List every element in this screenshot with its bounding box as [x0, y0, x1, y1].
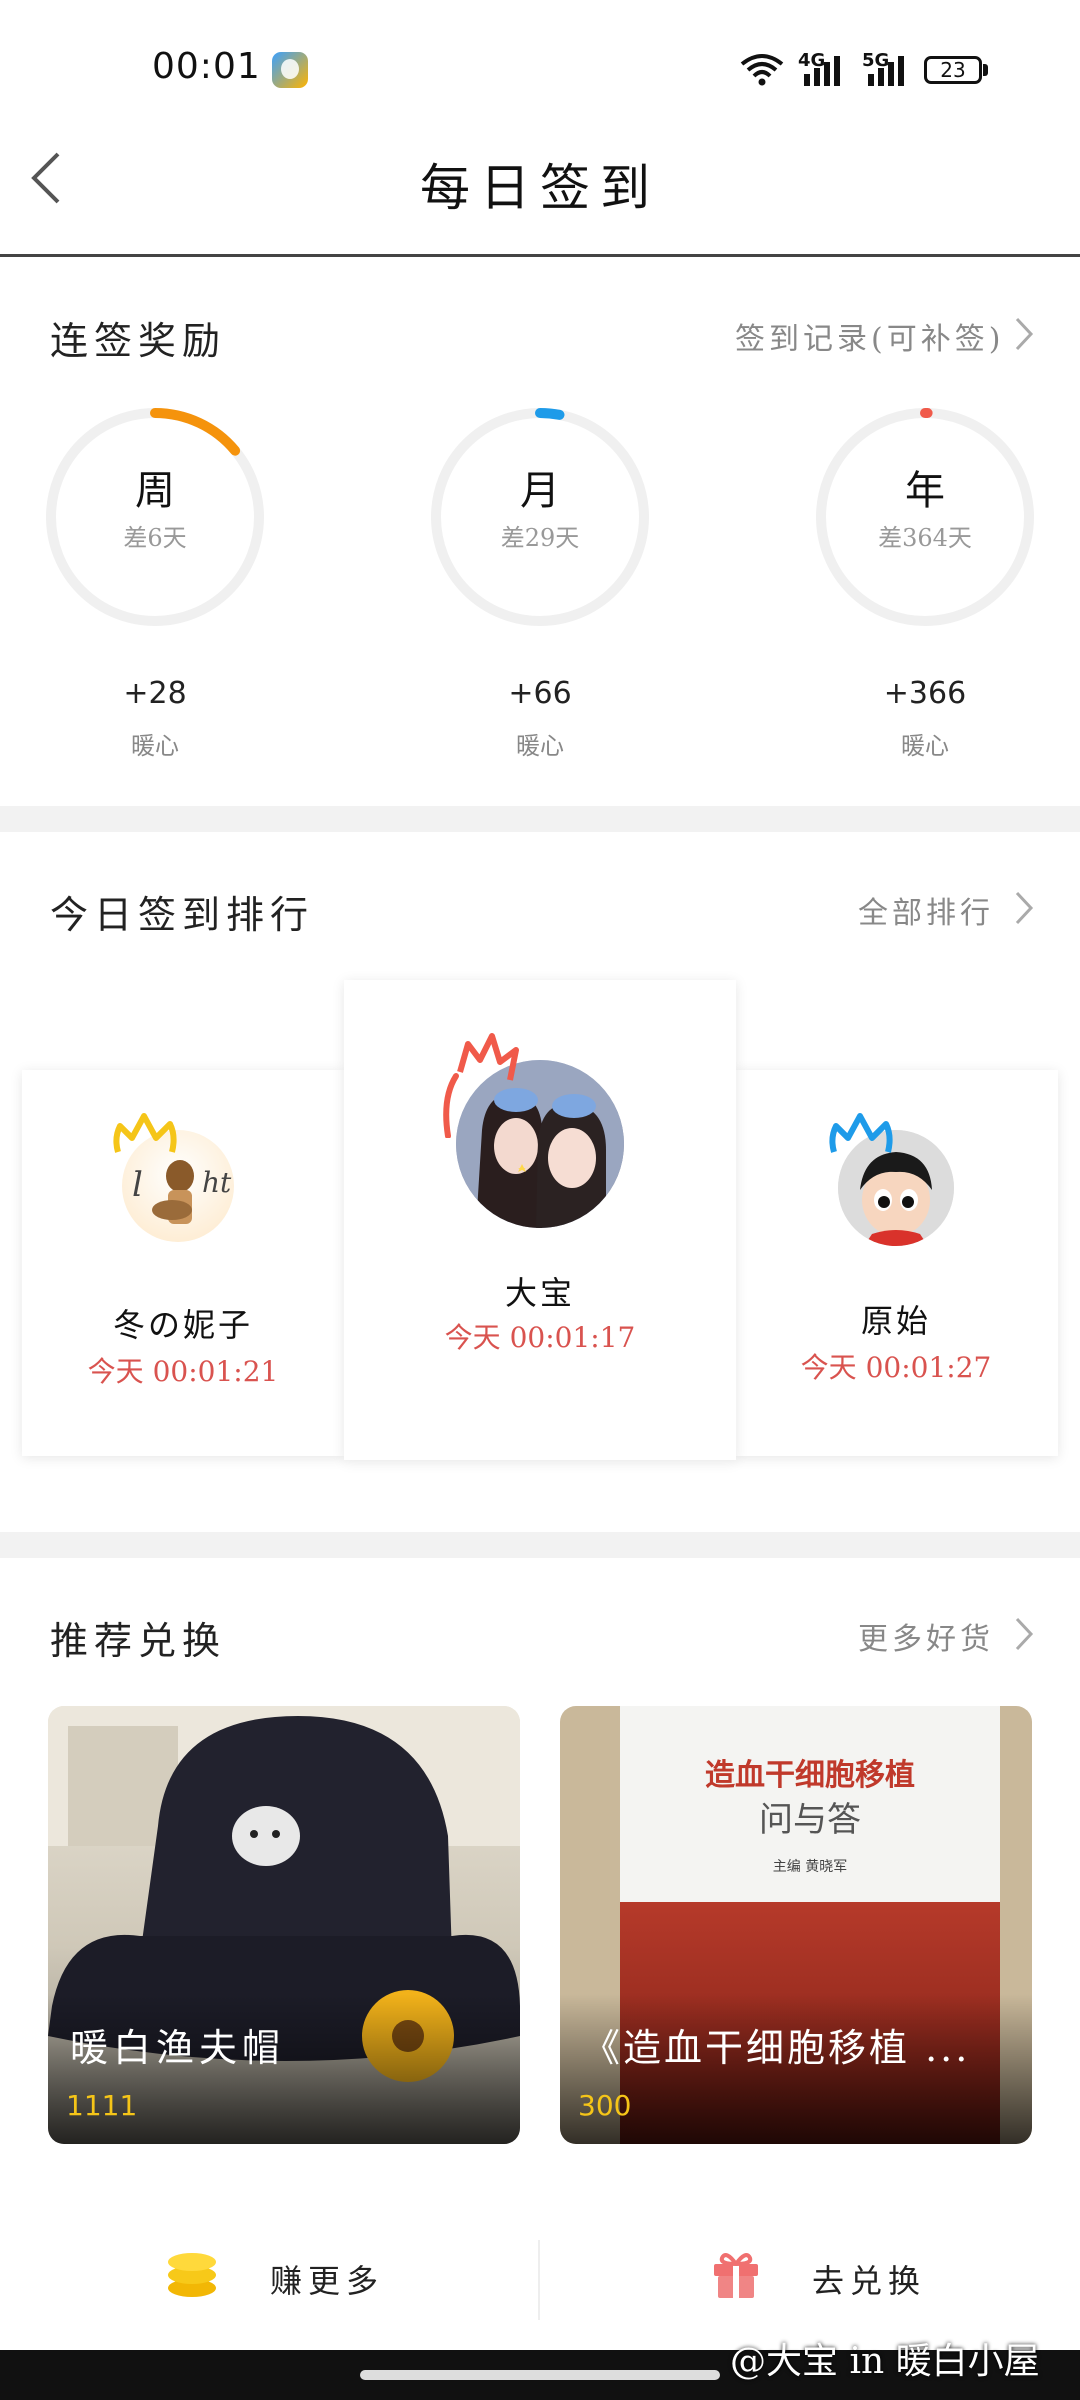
earn-more-label: 赚更多 [270, 2262, 385, 2300]
ring-week-progress [150, 408, 241, 456]
ring-month-label: 月 [520, 468, 560, 514]
wifi-icon [740, 54, 784, 86]
week-bonus-value: +28 [123, 676, 187, 711]
chevron-right-icon[interactable] [1014, 1616, 1034, 1652]
rank-3-time: 今天 00:01:27 [800, 1351, 992, 1384]
ring-month[interactable] [431, 408, 649, 626]
gallery-app-icon [272, 52, 308, 88]
chevron-right-icon[interactable] [1014, 890, 1034, 926]
month-bonus-unit: 暖心 [516, 732, 564, 760]
ring-week[interactable] [46, 408, 264, 626]
coins-icon [168, 2253, 216, 2297]
product-name-book: 《造血干细胞移植 ... [582, 2026, 971, 2070]
ring-week-label: 周 [135, 468, 175, 514]
ring-month-progress [535, 408, 565, 420]
signal-5g-icon [868, 56, 904, 86]
ring-year-label: 年 [905, 468, 945, 514]
rank-2-name[interactable]: 冬の妮子 [22, 1300, 344, 1346]
crown-icon-rank-1 [443, 1033, 519, 1138]
ring-year[interactable] [816, 407, 1034, 626]
bottom-separator [538, 2240, 540, 2320]
checkin-record-link[interactable]: 签到记录(可补签) [735, 314, 1004, 358]
home-gesture-handle[interactable] [360, 2370, 720, 2380]
crown-icon-rank-2 [113, 1113, 177, 1153]
book-subtitle-text: 问与答 [759, 1800, 861, 1840]
signal-4g-icon [804, 56, 840, 86]
chevron-right-icon[interactable] [1014, 316, 1034, 352]
crown-icon-rank-3 [829, 1113, 893, 1153]
year-bonus-value: +366 [883, 676, 967, 711]
ring-week-remaining: 差6天 [123, 524, 187, 552]
earn-more-button[interactable]: 赚更多 [60, 2218, 480, 2338]
section-divider [0, 806, 1080, 832]
product-price-hat: 1111 [66, 2089, 138, 2122]
status-time: 00:01 [152, 46, 261, 87]
rank-2-time: 今天 00:01:21 [87, 1355, 279, 1388]
ring-year-remaining: 差364天 [878, 524, 972, 552]
watermark-text: @大宝 in 暖白小屋 [730, 2341, 1040, 2382]
svg-text:ht: ht [202, 1166, 232, 1199]
book-editor-text: 主编 黄晓军 [772, 1859, 848, 1875]
rank-1-name[interactable]: 大宝 [344, 1268, 736, 1314]
product-price-book: 300 [578, 2089, 632, 2122]
product-card-book[interactable]: 造血干细胞移植 问与答 主编 黄晓军 《造血干细胞移植 ... 300 [560, 1706, 1032, 2144]
book-title-text: 造血干细胞移植 [705, 1758, 915, 1793]
recommend-section-title: 推荐兑换 [50, 1619, 227, 1663]
battery-level: 23 [940, 58, 966, 82]
ring-month-remaining: 差29天 [500, 524, 580, 552]
section-divider [0, 1532, 1080, 1558]
rank-3-name[interactable]: 原始 [734, 1296, 1058, 1342]
product-card-hat[interactable]: 暖白渔夫帽 1111 [48, 1706, 520, 2144]
week-bonus-unit: 暖心 [131, 732, 179, 760]
battery-icon: 23 [924, 56, 982, 84]
product-name-hat: 暖白渔夫帽 [70, 2026, 286, 2070]
ranking-section-title: 今日签到排行 [50, 893, 315, 937]
page-title: 每日签到 [420, 159, 660, 217]
year-bonus-unit: 暖心 [901, 732, 949, 760]
rank-card-2[interactable] [22, 1070, 344, 1456]
svg-text:l: l [132, 1165, 143, 1205]
go-exchange-button[interactable]: 去兑换 [600, 2218, 1020, 2338]
more-goods-link[interactable]: 更多好货 [858, 1614, 994, 1658]
all-ranking-link[interactable]: 全部排行 [858, 888, 994, 932]
rank-1-time: 今天 00:01:17 [444, 1321, 636, 1354]
streak-section-title: 连签奖励 [50, 319, 227, 363]
battery-tip [983, 64, 988, 76]
go-exchange-label: 去兑换 [812, 2262, 927, 2300]
month-bonus-value: +66 [508, 676, 572, 711]
gift-icon [714, 2253, 758, 2298]
